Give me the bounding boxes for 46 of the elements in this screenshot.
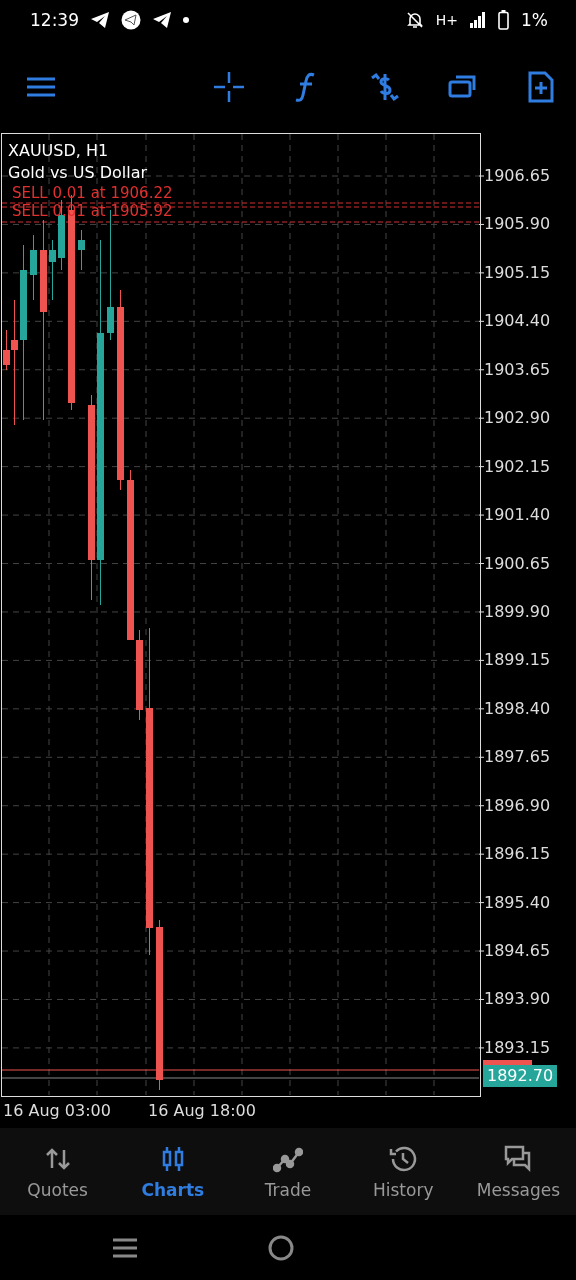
price-label: 1900.65: [484, 553, 551, 574]
candlestick: [78, 229, 85, 271]
dot-icon: [183, 17, 189, 23]
price-label: 1902.90: [484, 408, 551, 429]
network-type: H+: [435, 12, 458, 28]
battery-icon: [498, 10, 509, 30]
price-label: 1904.40: [484, 311, 551, 332]
symbol-title: XAUUSD, H1: [8, 141, 109, 160]
time-label: 16 Aug 03:00: [3, 1101, 111, 1120]
current-price-label: 1892.70: [483, 1065, 558, 1087]
nav-tab[interactable]: Trade: [230, 1128, 346, 1215]
recent-apps-icon[interactable]: [112, 1236, 138, 1259]
price-label: 1893.90: [484, 989, 551, 1010]
candlestick: [49, 239, 56, 301]
signal-icon: [470, 12, 486, 28]
price-label: 1898.40: [484, 698, 551, 719]
price-label: 1894.65: [484, 941, 551, 962]
price-label: 1903.65: [484, 359, 551, 380]
price-label: 1902.15: [484, 456, 551, 477]
paper-plane-icon: [91, 12, 109, 28]
nav-tab[interactable]: Charts: [115, 1128, 231, 1215]
order-label: SELL 0.01 at 1906.22: [12, 185, 173, 201]
paper-plane-circle-icon: [121, 10, 141, 30]
nav-tab[interactable]: Messages: [460, 1128, 576, 1215]
crosshair-icon[interactable]: [212, 69, 246, 104]
paper-plane-icon: [153, 12, 171, 28]
clock-time: 12:39: [30, 10, 79, 30]
price-label: 1893.15: [484, 1037, 551, 1058]
price-label: 1896.90: [484, 795, 551, 816]
price-label: 1906.65: [484, 166, 551, 186]
candlestick: [30, 234, 37, 301]
nav-tab[interactable]: Quotes: [0, 1128, 116, 1215]
price-label: 1895.40: [484, 892, 551, 913]
nav-tab[interactable]: History: [345, 1128, 461, 1215]
battery-percent: 1%: [521, 10, 548, 30]
price-label: 1905.90: [484, 214, 551, 235]
price-label: 1899.15: [484, 650, 551, 671]
muted-bell-icon: [405, 11, 424, 29]
price-label: 1899.90: [484, 601, 551, 622]
price-label: 1901.40: [484, 505, 551, 526]
price-label: 1905.15: [484, 262, 551, 283]
symbol-description: Gold vs US Dollar: [8, 163, 148, 182]
price-label: 1896.15: [484, 844, 551, 865]
time-label: 16 Aug 18:00: [148, 1101, 256, 1120]
price-label: 1897.65: [484, 747, 551, 768]
home-icon[interactable]: [268, 1234, 294, 1261]
